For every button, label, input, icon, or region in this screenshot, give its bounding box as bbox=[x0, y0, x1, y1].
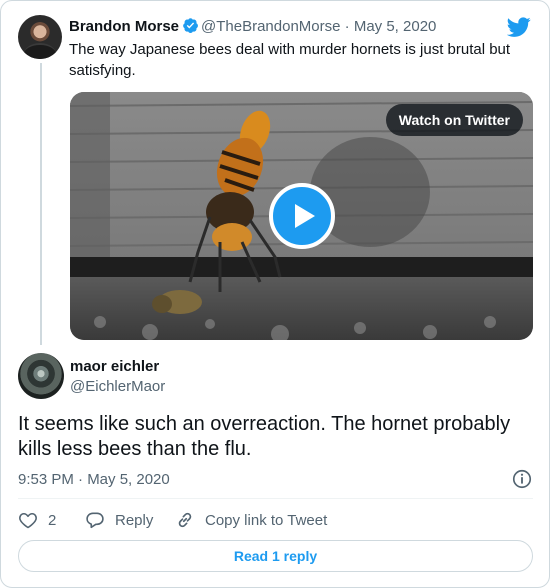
like-button[interactable]: 2 bbox=[18, 507, 85, 533]
copy-link-label: Copy link to Tweet bbox=[205, 511, 328, 529]
play-icon bbox=[295, 204, 315, 228]
parent-tweet-text: The way Japanese bees deal with murder h… bbox=[69, 41, 511, 79]
reply-tweet-text: It seems like such an overreaction. The … bbox=[18, 413, 511, 460]
thread-connector-line bbox=[40, 63, 42, 345]
parent-author-name[interactable]: Brandon Morse bbox=[69, 18, 179, 35]
info-icon[interactable] bbox=[511, 468, 533, 490]
watch-on-twitter-button[interactable]: Watch on Twitter bbox=[385, 104, 523, 136]
parent-author-handle[interactable]: @TheBrandonMorse bbox=[201, 18, 340, 35]
reply-timestamp[interactable]: 9:53 PM · May 5, 2020 bbox=[18, 470, 170, 490]
video-thumbnail[interactable]: Watch on Twitter bbox=[70, 92, 533, 340]
parent-tweet-date[interactable]: May 5, 2020 bbox=[354, 18, 437, 35]
tweet-actions-bar: 2 Reply Copy link to Tweet bbox=[18, 507, 327, 533]
reply-button[interactable]: Reply bbox=[85, 507, 175, 533]
link-icon bbox=[178, 512, 192, 528]
play-button[interactable] bbox=[269, 183, 335, 249]
copy-link-button[interactable]: Copy link to Tweet bbox=[175, 507, 327, 533]
verified-badge-icon bbox=[183, 18, 198, 33]
reply-author-handle[interactable]: @EichlerMaor bbox=[70, 377, 165, 397]
parent-tweet-header: Brandon Morse @TheBrandonMorse · May 5, 2… bbox=[69, 17, 436, 37]
divider bbox=[18, 498, 533, 499]
parent-author-avatar[interactable] bbox=[18, 15, 62, 59]
reply-author-name[interactable]: maor eichler bbox=[70, 357, 159, 377]
read-replies-button[interactable]: Read 1 reply bbox=[18, 540, 533, 572]
twitter-bird-icon[interactable] bbox=[507, 15, 531, 39]
comment-bubble-icon bbox=[86, 512, 104, 529]
embedded-tweet-card: Brandon Morse @TheBrandonMorse · May 5, 2… bbox=[0, 0, 550, 588]
like-count: 2 bbox=[48, 511, 57, 529]
heart-icon bbox=[19, 512, 37, 529]
reply-label: Reply bbox=[115, 511, 154, 529]
reply-author-avatar[interactable] bbox=[18, 353, 64, 399]
separator-dot: · bbox=[344, 18, 350, 35]
